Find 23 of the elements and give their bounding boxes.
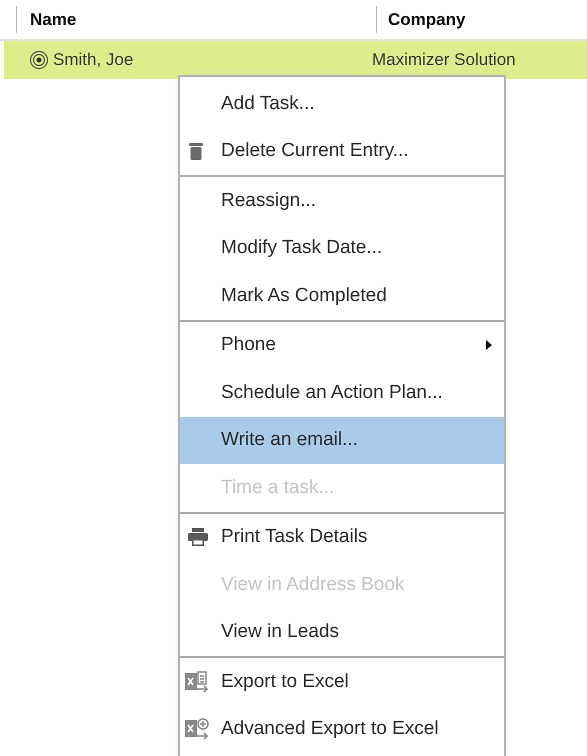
trash-icon [189,142,203,160]
spreadsheet-advanced-export-icon [185,717,211,742]
column-header[interactable]: Company [388,6,466,32]
submenu-arrow-icon [486,340,492,350]
spreadsheet-export-icon [185,670,211,694]
menu-item[interactable]: Write an email... [180,416,504,464]
menu-item[interactable]: Mark As Completed [180,272,504,320]
menu-item[interactable]: Print Task Details [180,514,504,561]
menu-item[interactable]: Reassign... [180,177,504,224]
menu-item[interactable]: Modify Task Date... [180,224,504,272]
column-header[interactable]: Name [30,6,76,32]
menu-item[interactable]: Export to Excel [180,658,504,706]
printer-icon [188,528,208,546]
target-icon [29,50,49,70]
menu-item[interactable]: Delete Current Entry... [180,128,504,175]
menu-item[interactable]: Advanced Export to Excel [180,706,504,753]
table-row[interactable]: Smith, Joe Maximizer Solution [4,41,587,79]
menu-item[interactable]: Add Task... [180,80,504,128]
menu-item[interactable]: Schedule an Action Plan... [180,369,504,416]
table-cell-text: Smith, Joe [53,49,134,72]
menu-item[interactable]: Phone [180,322,504,369]
menu-item[interactable]: View in Leads [180,608,504,656]
table-cell-text: Maximizer Solution [372,49,516,72]
